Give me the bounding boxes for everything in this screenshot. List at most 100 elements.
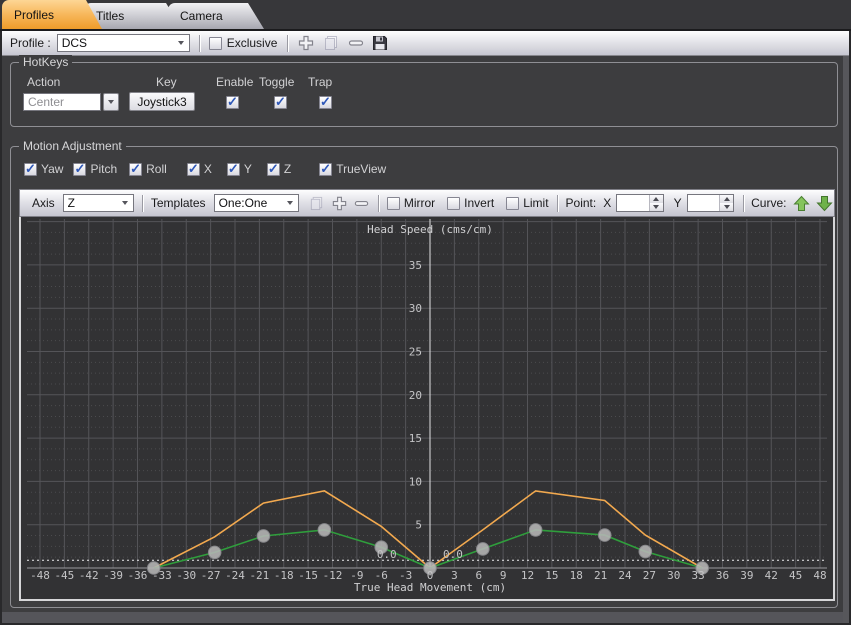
svg-text:35: 35	[409, 259, 422, 272]
enable-label: Enable	[216, 75, 253, 89]
trap-label: Trap	[308, 75, 332, 89]
svg-text:-9: -9	[350, 569, 363, 582]
remove-profile-icon[interactable]	[346, 33, 366, 53]
chevron-down-icon[interactable]	[283, 195, 298, 211]
separator	[378, 195, 379, 212]
duplicate-profile-icon[interactable]	[321, 33, 341, 53]
svg-text:6: 6	[475, 569, 482, 582]
curve-up-arrow-icon[interactable]	[791, 193, 811, 213]
point-label: Point:	[566, 196, 597, 210]
svg-text:3: 3	[451, 569, 458, 582]
separator	[743, 195, 744, 212]
trueview-label: TrueView	[336, 162, 386, 176]
chart-canvas[interactable]: Head Speed (cms/cm) True Head Movement (c…	[27, 217, 827, 597]
spin-up-icon[interactable]	[650, 195, 663, 203]
exclusive-label: Exclusive	[227, 36, 278, 50]
x-checkbox[interactable]	[187, 163, 200, 176]
svg-text:True Head Movement (cm): True Head Movement (cm)	[354, 581, 506, 594]
spin-up-icon[interactable]	[720, 195, 733, 203]
trueview-checkbox[interactable]	[319, 163, 332, 176]
hotkeys-group-title: HotKeys	[19, 55, 72, 69]
svg-text:-12: -12	[323, 569, 343, 582]
spin-down-icon[interactable]	[720, 203, 733, 211]
svg-text:-24: -24	[225, 569, 245, 582]
svg-text:-30: -30	[176, 569, 196, 582]
mirror-checkbox[interactable]	[387, 197, 400, 210]
yaw-label: Yaw	[41, 162, 63, 176]
point-y-value	[688, 195, 719, 211]
curve-toolbar: Axis Z Templates One:One Mirror	[19, 189, 835, 217]
remove-point-icon[interactable]	[352, 193, 372, 213]
trap-checkbox[interactable]	[319, 96, 332, 109]
profile-toolbar: Profile : DCS Exclusive	[2, 31, 849, 56]
curve-down-arrow-icon[interactable]	[814, 193, 834, 213]
axis-combobox[interactable]: Z	[63, 194, 134, 212]
svg-text:0.0: 0.0	[443, 548, 463, 561]
svg-text:0: 0	[427, 569, 434, 582]
add-profile-icon[interactable]	[296, 33, 316, 53]
roll-label: Roll	[146, 162, 167, 176]
svg-text:0.0: 0.0	[377, 548, 397, 561]
action-combobox[interactable]: Center	[23, 93, 101, 111]
chevron-down-icon[interactable]	[174, 35, 189, 51]
svg-text:-6: -6	[375, 569, 388, 582]
toggle-label: Toggle	[259, 75, 294, 89]
svg-text:39: 39	[740, 569, 753, 582]
add-point-icon[interactable]	[329, 193, 349, 213]
profile-label: Profile :	[10, 36, 51, 50]
svg-text:-15: -15	[298, 569, 318, 582]
roll-checkbox[interactable]	[129, 163, 142, 176]
enable-checkbox[interactable]	[226, 96, 239, 109]
paste-curve-icon[interactable]	[307, 193, 327, 213]
svg-text:-18: -18	[274, 569, 294, 582]
hotkey-key-button[interactable]: Joystick3	[129, 92, 195, 111]
svg-text:33: 33	[692, 569, 705, 582]
chevron-down-icon	[108, 100, 114, 104]
point-x-spinner[interactable]	[616, 194, 663, 212]
yaw-checkbox[interactable]	[24, 163, 37, 176]
key-label: Key	[156, 75, 177, 89]
y-checkbox[interactable]	[227, 163, 240, 176]
svg-text:15: 15	[409, 432, 422, 445]
point-x-label: X	[603, 196, 611, 210]
pitch-label: Pitch	[90, 162, 117, 176]
tab-camera[interactable]: Camera	[168, 3, 264, 29]
svg-text:48: 48	[813, 569, 826, 582]
trackir-window: Profiles Titles Camera Profile : DCS Exc…	[0, 0, 851, 625]
templates-label: Templates	[151, 196, 206, 210]
profile-combobox[interactable]: DCS	[57, 34, 190, 52]
svg-text:12: 12	[521, 569, 534, 582]
chevron-down-icon[interactable]	[118, 195, 133, 211]
action-combobox-dropdown-button[interactable]	[103, 93, 119, 111]
z-checkbox[interactable]	[267, 163, 280, 176]
point-y-spinner[interactable]	[687, 194, 734, 212]
exclusive-checkbox[interactable]	[209, 37, 222, 50]
tab-profiles[interactable]: Profiles	[2, 0, 102, 29]
svg-text:-48: -48	[30, 569, 50, 582]
svg-text:25: 25	[409, 346, 422, 359]
svg-text:-36: -36	[128, 569, 148, 582]
pitch-checkbox[interactable]	[73, 163, 86, 176]
svg-text:9: 9	[500, 569, 507, 582]
spin-down-icon[interactable]	[650, 203, 663, 211]
svg-text:30: 30	[667, 569, 680, 582]
svg-text:-21: -21	[249, 569, 269, 582]
svg-text:27: 27	[643, 569, 656, 582]
action-label: Action	[27, 75, 60, 89]
svg-text:Head Speed (cms/cm): Head Speed (cms/cm)	[367, 223, 493, 236]
point-x-value	[617, 195, 648, 211]
separator	[199, 35, 200, 52]
save-profile-icon[interactable]	[370, 33, 390, 53]
invert-checkbox[interactable]	[447, 197, 460, 210]
toggle-checkbox[interactable]	[274, 96, 287, 109]
action-combobox-value: Center	[28, 95, 64, 109]
templates-combobox[interactable]: One:One	[214, 194, 299, 212]
x-label: X	[204, 162, 212, 176]
tab-bar: Profiles Titles Camera	[0, 0, 851, 31]
svg-text:15: 15	[545, 569, 558, 582]
point-y-label: Y	[674, 196, 682, 210]
motion-curve-chart[interactable]: Head Speed (cms/cm) True Head Movement (c…	[19, 217, 835, 601]
axis-label: Axis	[32, 196, 55, 210]
limit-checkbox[interactable]	[506, 197, 519, 210]
svg-text:-45: -45	[54, 569, 74, 582]
